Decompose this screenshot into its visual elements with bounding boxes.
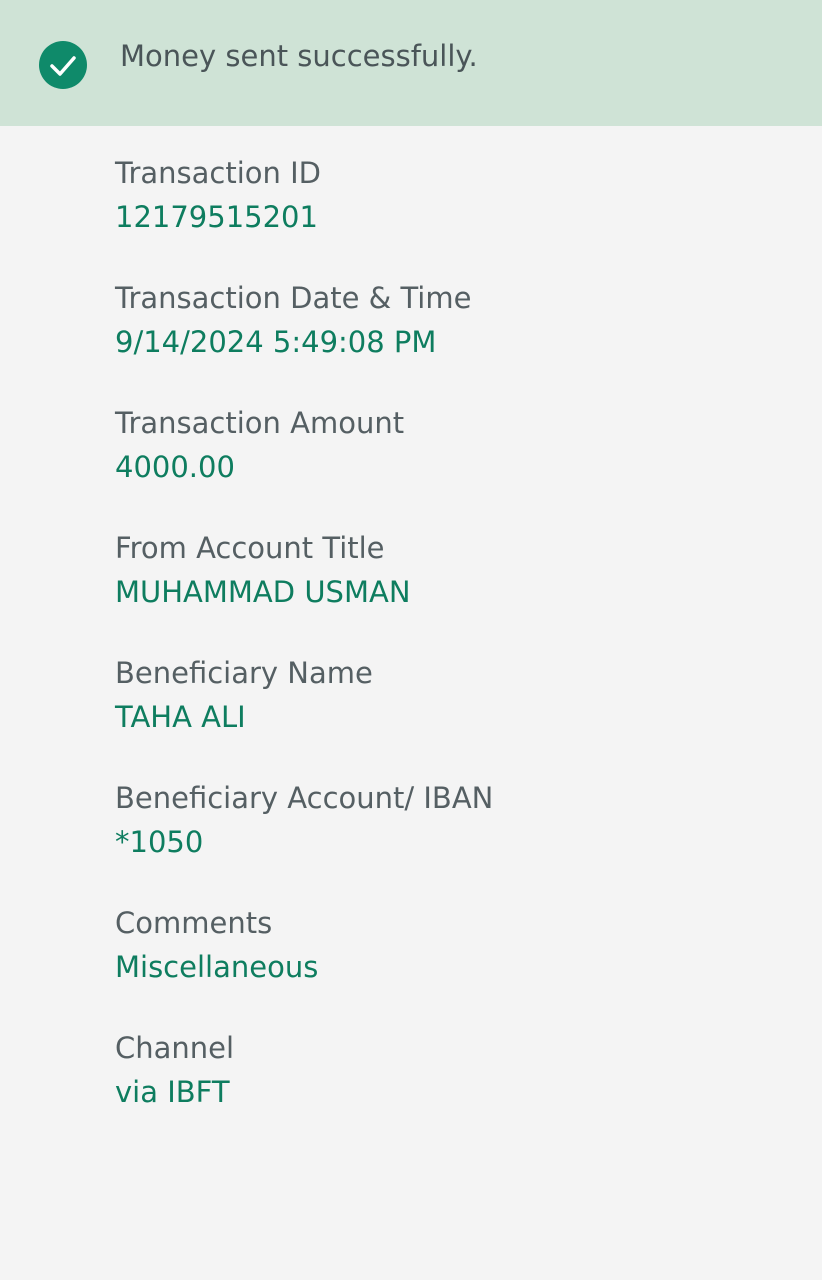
success-message: Money sent successfully.	[120, 39, 478, 73]
detail-row-transaction-amount: Transaction Amount 4000.00	[115, 404, 805, 529]
detail-value: 12179515201	[115, 200, 318, 234]
detail-label: Channel	[115, 1031, 235, 1065]
detail-row-from-account-title: From Account Title MUHAMMAD USMAN	[115, 529, 805, 654]
detail-label: Beneficiary Name	[115, 656, 373, 690]
transaction-details: Transaction ID 12179515201 Transaction D…	[115, 154, 805, 1154]
detail-value: 4000.00	[115, 450, 235, 484]
detail-row-beneficiary-name: Beneficiary Name TAHA ALI	[115, 654, 805, 779]
check-circle-icon	[39, 41, 87, 89]
detail-row-transaction-id: Transaction ID 12179515201	[115, 154, 805, 279]
detail-row-comments: Comments Miscellaneous	[115, 904, 805, 1029]
detail-value: via IBFT	[115, 1075, 230, 1109]
detail-label: Beneficiary Account/ IBAN	[115, 781, 494, 815]
detail-value: 9/14/2024 5:49:08 PM	[115, 325, 437, 359]
detail-value: TAHA ALI	[115, 700, 246, 734]
detail-value: MUHAMMAD USMAN	[115, 575, 411, 609]
detail-row-channel: Channel via IBFT	[115, 1029, 805, 1154]
detail-label: Transaction ID	[115, 156, 322, 190]
success-banner: Money sent successfully.	[0, 0, 822, 126]
detail-label: Comments	[115, 906, 273, 940]
detail-value: Miscellaneous	[115, 950, 319, 984]
detail-value: *1050	[115, 825, 204, 859]
detail-label: Transaction Amount	[115, 406, 405, 440]
detail-row-beneficiary-account: Beneficiary Account/ IBAN *1050	[115, 779, 805, 904]
detail-row-transaction-date-time: Transaction Date & Time 9/14/2024 5:49:0…	[115, 279, 805, 404]
detail-label: Transaction Date & Time	[115, 281, 472, 315]
detail-label: From Account Title	[115, 531, 385, 565]
